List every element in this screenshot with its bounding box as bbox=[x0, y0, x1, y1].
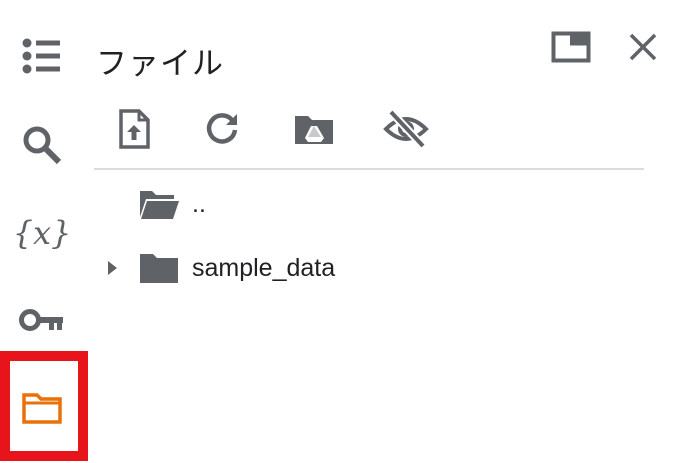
tree-item-parent[interactable]: .. bbox=[92, 180, 652, 228]
tree-item-sample-data[interactable]: sample_data bbox=[92, 244, 652, 292]
refresh-icon bbox=[206, 113, 238, 144]
hide-files-button[interactable] bbox=[380, 104, 432, 154]
secrets-key-icon bbox=[19, 309, 63, 331]
panel-title: ファイル bbox=[96, 46, 224, 82]
close-button[interactable] bbox=[620, 24, 666, 70]
tree-item-label: .. bbox=[192, 189, 206, 218]
folder-open-icon bbox=[140, 191, 179, 219]
search-button[interactable] bbox=[0, 115, 84, 175]
highlight-annotation bbox=[0, 351, 88, 461]
hide-files-icon bbox=[383, 109, 429, 149]
refresh-button[interactable] bbox=[196, 104, 248, 154]
search-icon bbox=[23, 126, 62, 165]
close-icon bbox=[629, 33, 657, 61]
table-of-contents-button[interactable] bbox=[0, 26, 84, 86]
variables-icon: {x} bbox=[16, 214, 68, 252]
variables-button[interactable]: {x} bbox=[0, 203, 84, 263]
move-to-tab-button[interactable] bbox=[548, 24, 594, 70]
secrets-button[interactable] bbox=[0, 290, 84, 350]
upload-icon bbox=[119, 109, 150, 149]
expand-caret-icon[interactable] bbox=[92, 259, 132, 277]
toolbar-divider bbox=[94, 168, 644, 170]
move-to-tab-icon bbox=[551, 31, 591, 63]
upload-button[interactable] bbox=[108, 104, 160, 154]
svg-text:{x}: {x} bbox=[16, 214, 68, 252]
table-of-contents-icon bbox=[22, 38, 60, 74]
mount-drive-button[interactable] bbox=[288, 104, 340, 154]
files-panel: ファイル .. sample_data bbox=[92, 0, 673, 463]
mount-drive-icon bbox=[295, 116, 333, 144]
tree-item-label: sample_data bbox=[192, 253, 336, 282]
folder-icon bbox=[140, 254, 178, 283]
